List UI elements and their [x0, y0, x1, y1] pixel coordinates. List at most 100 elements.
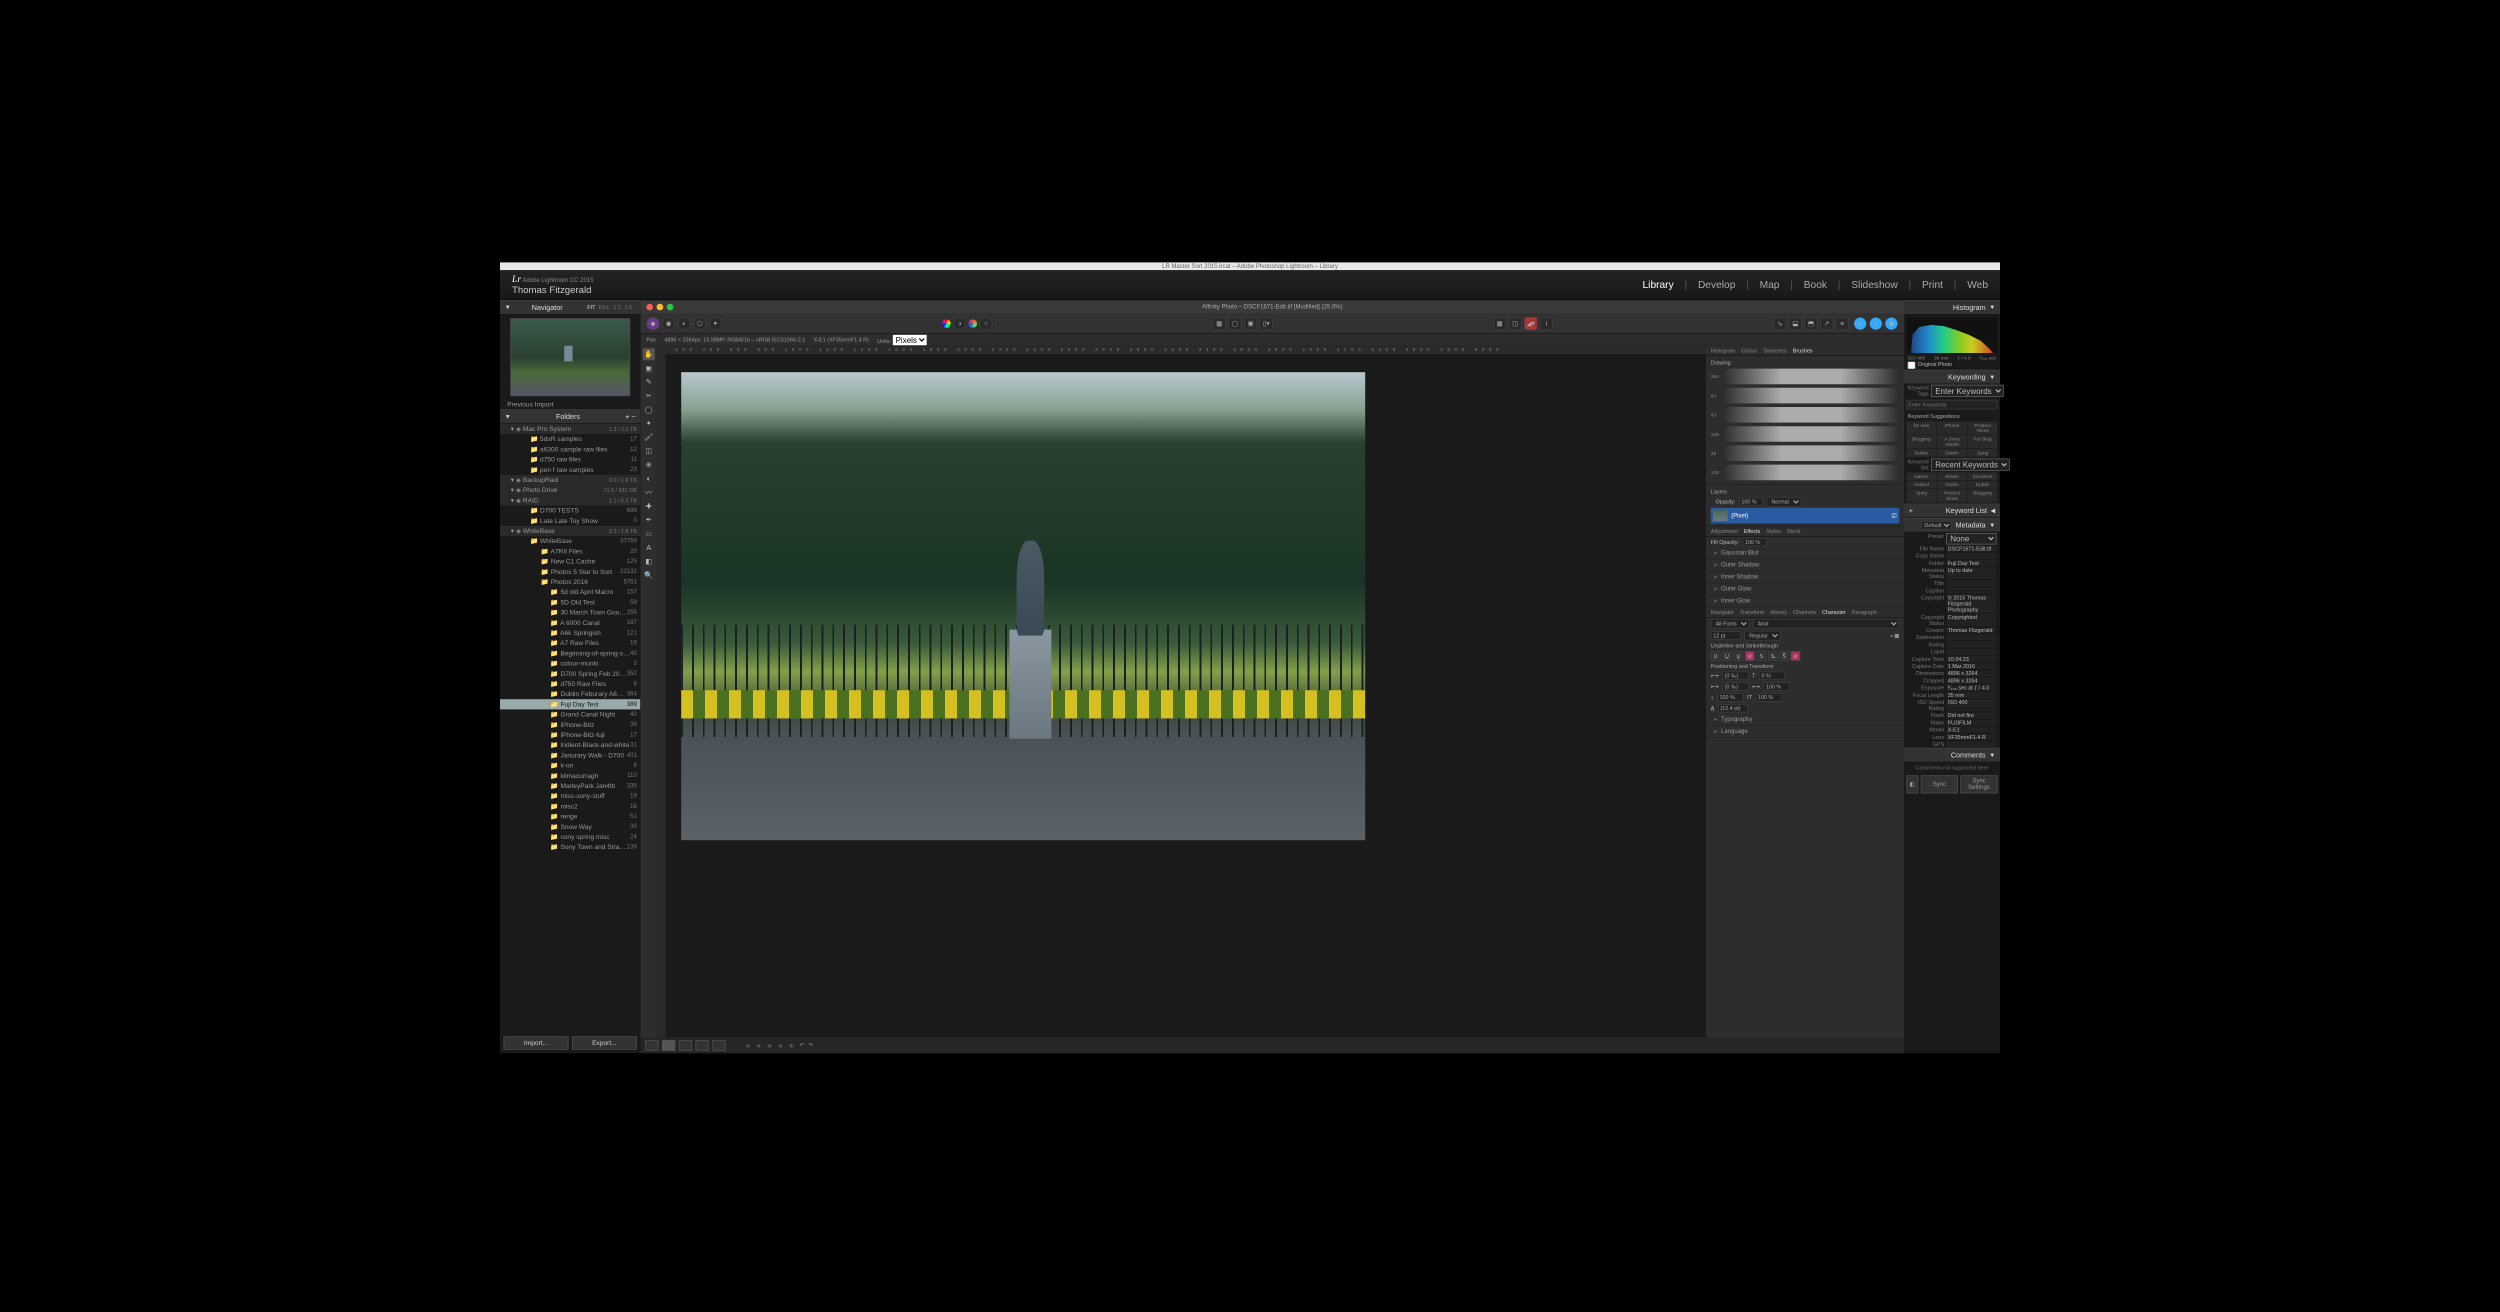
folder-item[interactable]: 📁 kilmacurragh110	[500, 771, 640, 781]
module-book[interactable]: Book	[1804, 279, 1827, 291]
gradient-tool-icon[interactable]: ◧	[643, 555, 655, 567]
folder-item[interactable]: 📁 sony spring misc24	[500, 832, 640, 842]
folder-item[interactable]: 📁 Grand Canal Night40	[500, 709, 640, 719]
comments-header[interactable]: Comments▼	[1904, 748, 2000, 762]
folder-item[interactable]: 📁 misc-sony-stuff19	[500, 791, 640, 801]
folder-item[interactable]: 📁 A 6000 Canal187	[500, 618, 640, 628]
font-collection[interactable]: All Fonts	[1711, 619, 1749, 629]
assistant-icon[interactable]: ◢▾	[1524, 317, 1537, 330]
grid-icon[interactable]: ▦	[1493, 317, 1506, 330]
folder-item[interactable]: 📁 iPhone-Bitz39	[500, 720, 640, 730]
folder-item[interactable]: 📁 Snow Way30	[500, 822, 640, 832]
fx-inner-glow[interactable]: Inner Glow	[1706, 595, 1904, 607]
color-wheel-icon[interactable]	[942, 319, 950, 327]
paint-brush-icon[interactable]: 🖌	[643, 431, 655, 443]
bw-adjust-icon[interactable]: ◑	[953, 317, 966, 330]
photo-persona-icon[interactable]: ◆	[646, 317, 659, 330]
keyword-chip[interactable]: Sunshine	[1968, 472, 1998, 480]
compare-view-btn[interactable]	[679, 1040, 692, 1051]
folder-item[interactable]: 📁 WhiteBase37769	[500, 536, 640, 546]
original-photo-check[interactable]	[1908, 361, 1916, 369]
line-height-input[interactable]	[1718, 704, 1748, 712]
keywording-header[interactable]: Keywording▼	[1904, 370, 2000, 384]
liquify-persona-icon[interactable]: ◉	[662, 317, 675, 330]
folder-item[interactable]: 📁 Iridient-Black-and-white31	[500, 740, 640, 750]
module-web[interactable]: Web	[1967, 279, 1988, 291]
language-section[interactable]: Language	[1706, 726, 1904, 738]
keyword-chip[interactable]: Product Shots	[1937, 489, 1967, 502]
keyword-chip[interactable]: Winter	[1937, 472, 1967, 480]
arrange-front-icon[interactable]: ↗	[1820, 317, 1833, 330]
selection-marquee-icon[interactable]: ▦	[1213, 317, 1226, 330]
keyword-tags-mode[interactable]: Enter Keywords	[1931, 385, 2004, 397]
decoration-section[interactable]: Underline and Strikethrough	[1706, 642, 1904, 650]
identity-plate[interactable]: Thomas Fitzgerald	[512, 285, 593, 296]
grid-view-btn[interactable]	[645, 1040, 658, 1051]
keyword-chip[interactable]: Sprig	[1906, 489, 1936, 502]
folder-item[interactable]: 📁 D700 Spring Feb 2016352	[500, 669, 640, 679]
minimize-icon[interactable]	[657, 304, 664, 311]
redo-icon[interactable]: ↷	[808, 1042, 813, 1049]
folders-header[interactable]: ▼Folders+ −	[500, 409, 640, 423]
clone-brush-icon[interactable]: ⊕	[643, 459, 655, 471]
folder-item[interactable]: 📁 Janurary Walk - D700401	[500, 750, 640, 760]
zoom-1:1[interactable]: 1:1	[613, 304, 621, 310]
keyword-chip[interactable]: Sprig	[1968, 449, 1998, 457]
move-tool-icon[interactable]: ▣	[643, 362, 655, 374]
folder-item[interactable]: 📁 iPhone-Bitz-fuji17	[500, 730, 640, 740]
healing-brush-icon[interactable]: ✚	[643, 500, 655, 512]
tab-brushes[interactable]: Brushes	[1793, 348, 1813, 354]
tab-paragraph[interactable]: Paragraph	[1852, 609, 1877, 615]
folder-item[interactable]: ▾ ◈ WhiteBase0.3 / 1.8 TB	[500, 526, 640, 536]
keyword-chip[interactable]: Ireland	[1906, 481, 1936, 489]
tab-channels[interactable]: Channels	[1793, 609, 1816, 615]
brush-preset[interactable]: 43	[1711, 405, 1899, 424]
keyword-set-select[interactable]: Recent Keywords	[1931, 459, 2010, 471]
fx-gaussian-blur[interactable]: Gaussian Blur	[1706, 547, 1904, 559]
brush-preset[interactable]: 48	[1711, 444, 1899, 463]
live-filter-icon[interactable]: ◉	[1885, 317, 1898, 330]
histogram-header[interactable]: Histogram▼	[1904, 300, 2000, 314]
arrange-backward-icon[interactable]: ⬓	[1789, 317, 1802, 330]
erase-brush-icon[interactable]: ◫	[643, 445, 655, 457]
folder-item[interactable]: 📁 A7RII Files20	[500, 546, 640, 556]
color-picker-icon[interactable]: ✎	[643, 376, 655, 388]
align-icon[interactable]: ≡	[1836, 317, 1849, 330]
keyword-chip[interactable]: iPhone	[1937, 421, 1967, 434]
text-tool-icon[interactable]: A	[643, 541, 655, 553]
preset-select[interactable]: None	[1946, 533, 1996, 544]
fx-outer-glow[interactable]: Outer Glow	[1706, 583, 1904, 595]
metadata-preset[interactable]: Default	[1921, 521, 1952, 529]
zoom-FIT[interactable]: FIT	[587, 304, 595, 310]
hscale-input[interactable]	[1763, 682, 1789, 690]
strike-btn[interactable]: S	[1756, 651, 1766, 661]
quick-mask-icon[interactable]: ▢	[1228, 317, 1241, 330]
rating-stars[interactable]: ★ ★ ★ ★ ★	[745, 1041, 796, 1049]
folder-item[interactable]: 📁 5d old April Macro157	[500, 587, 640, 597]
folder-item[interactable]: 📁 5D Old Test59	[500, 597, 640, 607]
shape-tool-icon[interactable]: ▭	[643, 528, 655, 540]
folder-item[interactable]: 📁 Late Late Toy Show0	[500, 516, 640, 526]
keyword-chip[interactable]: Dublin	[1968, 481, 1998, 489]
folder-item[interactable]: 📁 MarleyPark Jan4th335	[500, 781, 640, 791]
info-icon[interactable]: i	[1540, 317, 1553, 330]
folder-item[interactable]: 📁 5dsR samples17	[500, 434, 640, 444]
module-print[interactable]: Print	[1922, 279, 1943, 291]
folder-item[interactable]: 📁 d750 raw files11	[500, 454, 640, 464]
brush-category[interactable]: Drawing	[1711, 358, 1899, 366]
units-select[interactable]: Pixels	[893, 334, 928, 345]
keyword-chip[interactable]: Blogging	[1906, 435, 1936, 448]
brush-preset[interactable]: 264	[1711, 367, 1899, 386]
tab-swatches[interactable]: Swatches	[1763, 348, 1786, 354]
folder-item[interactable]: 📁 k-on6	[500, 760, 640, 770]
folder-item[interactable]: 📁 a6300 sample raw files12	[500, 444, 640, 454]
keyword-chip[interactable]: Nature	[1906, 472, 1936, 480]
baseline-input[interactable]	[1759, 672, 1785, 680]
studio-tabs-char[interactable]: NavigatorTransformHistoryChannelsCharact…	[1706, 607, 1904, 617]
refine-icon[interactable]: ▣	[1244, 317, 1257, 330]
folders-tree[interactable]: ▾ ◈ Mac Pro System1.3 / 2.1 TB📁 5dsR sam…	[500, 424, 640, 1033]
undo-icon[interactable]: ↶	[799, 1042, 804, 1049]
channels-icon[interactable]	[969, 319, 977, 327]
folder-item[interactable]: 📁 misc216	[500, 801, 640, 811]
export-persona-icon[interactable]: ⬡	[693, 317, 706, 330]
